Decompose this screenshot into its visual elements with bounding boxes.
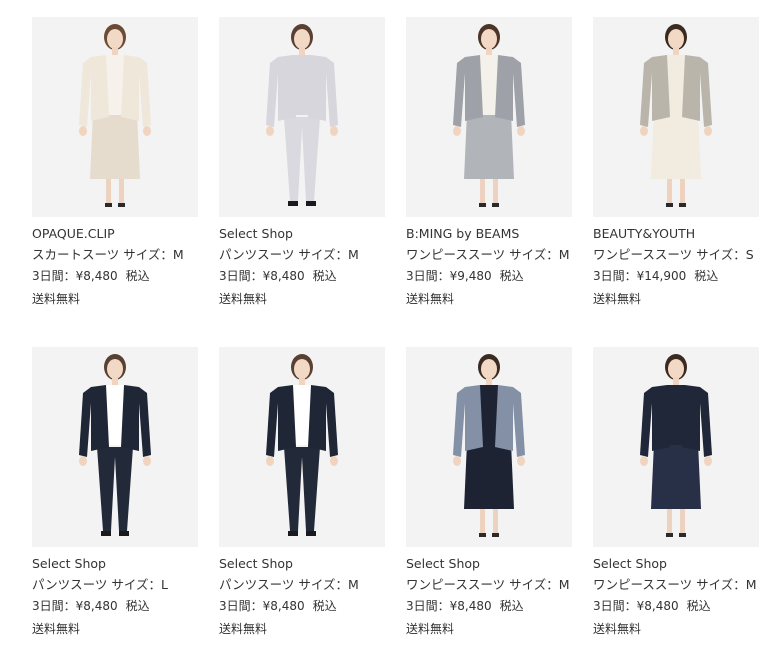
product-price: 3日間：¥8,480 税込 [32,269,200,284]
product-brand: B:MING by BEAMS [406,226,520,241]
product-type-size: パンツスーツ サイズ：M [219,577,359,592]
product-image[interactable] [32,17,198,217]
rental-price: 3日間：¥8,480 [593,599,679,613]
model-tweed-dress-suit-icon [406,17,572,217]
product-card[interactable]: Select Shop パンツスーツ サイズ：L 3日間：¥8,480 税込 送料… [32,347,200,637]
free-shipping-label: 送料無料 [406,622,455,636]
tax-label: 税込 [499,269,524,283]
product-image[interactable] [593,17,759,217]
product-brand: Select Shop [219,226,293,241]
product-brand: Select Shop [406,556,480,571]
free-shipping-label: 送料無料 [593,292,642,306]
free-shipping-label: 送料無料 [406,292,455,306]
product-price: 3日間：¥9,480 税込 [406,269,574,284]
tax-label: 税込 [312,599,337,613]
product-image[interactable] [593,347,759,547]
tax-label: 税込 [312,269,337,283]
product-type-size: ワンピーススーツ サイズ：M [406,577,570,592]
product-type-size: パンツスーツ サイズ：L [32,577,168,592]
free-shipping-label: 送料無料 [219,292,268,306]
product-type-size: ワンピーススーツ サイズ：M [593,577,757,592]
model-pants-suit-navy-icon [219,347,385,547]
product-price: 3日間：¥8,480 税込 [219,269,387,284]
product-image[interactable] [406,17,572,217]
rental-price: 3日間：¥9,480 [406,269,492,283]
product-card[interactable]: OPAQUE.CLIP スカートスーツ サイズ：M 3日間：¥8,480 税込 送… [32,17,200,307]
rental-price: 3日間：¥8,480 [32,269,118,283]
product-brand: OPAQUE.CLIP [32,226,115,241]
tax-label: 税込 [694,269,719,283]
product-card[interactable]: B:MING by BEAMS ワンピーススーツ サイズ：M 3日間：¥9,48… [406,17,574,307]
product-brand: Select Shop [219,556,293,571]
product-card[interactable]: Select Shop パンツスーツ サイズ：M 3日間：¥8,480 税込 送料… [219,347,387,637]
model-pants-suit-navy-icon [32,347,198,547]
product-card[interactable]: Select Shop パンツスーツ サイズ：M 3日間：¥8,480 税込 送料… [219,17,387,307]
product-image[interactable] [32,347,198,547]
product-price: 3日間：¥8,480 税込 [593,599,761,614]
product-brand: BEAUTY&YOUTH [593,226,696,241]
product-brand: Select Shop [593,556,667,571]
product-price: 3日間：¥14,900 税込 [593,269,761,284]
free-shipping-label: 送料無料 [219,622,268,636]
product-brand: Select Shop [32,556,106,571]
product-price: 3日間：¥8,480 税込 [406,599,574,614]
product-card[interactable]: Select Shop ワンピーススーツ サイズ：M 3日間：¥8,480 税込 … [406,347,574,637]
product-type-size: ワンピーススーツ サイズ：S [593,247,754,262]
product-image[interactable] [219,17,385,217]
model-tweed-jacket-navy-dress-icon [406,347,572,547]
product-card[interactable]: Select Shop ワンピーススーツ サイズ：M 3日間：¥8,480 税込 … [593,347,761,637]
rental-price: 3日間：¥8,480 [219,269,305,283]
product-type-size: ワンピーススーツ サイズ：M [406,247,570,262]
tax-label: 税込 [125,269,150,283]
product-price: 3日間：¥8,480 税込 [219,599,387,614]
product-image[interactable] [406,347,572,547]
model-skirt-suit-beige-icon [32,17,198,217]
tax-label: 税込 [686,599,711,613]
tax-label: 税込 [125,599,150,613]
tax-label: 税込 [499,599,524,613]
rental-price: 3日間：¥8,480 [406,599,492,613]
rental-price: 3日間：¥8,480 [219,599,305,613]
free-shipping-label: 送料無料 [32,292,81,306]
product-type-size: スカートスーツ サイズ：M [32,247,184,262]
rental-price: 3日間：¥14,900 [593,269,687,283]
product-image[interactable] [219,347,385,547]
model-navy-lace-dress-suit-icon [593,347,759,547]
free-shipping-label: 送料無料 [593,622,642,636]
model-pants-suit-gray-icon [219,17,385,217]
model-tweed-jacket-cream-dress-icon [593,17,759,217]
product-type-size: パンツスーツ サイズ：M [219,247,359,262]
product-price: 3日間：¥8,480 税込 [32,599,200,614]
product-grid: OPAQUE.CLIP スカートスーツ サイズ：M 3日間：¥8,480 税込 送… [0,0,780,656]
free-shipping-label: 送料無料 [32,622,81,636]
product-card[interactable]: BEAUTY&YOUTH ワンピーススーツ サイズ：S 3日間：¥14,900 税… [593,17,761,307]
rental-price: 3日間：¥8,480 [32,599,118,613]
